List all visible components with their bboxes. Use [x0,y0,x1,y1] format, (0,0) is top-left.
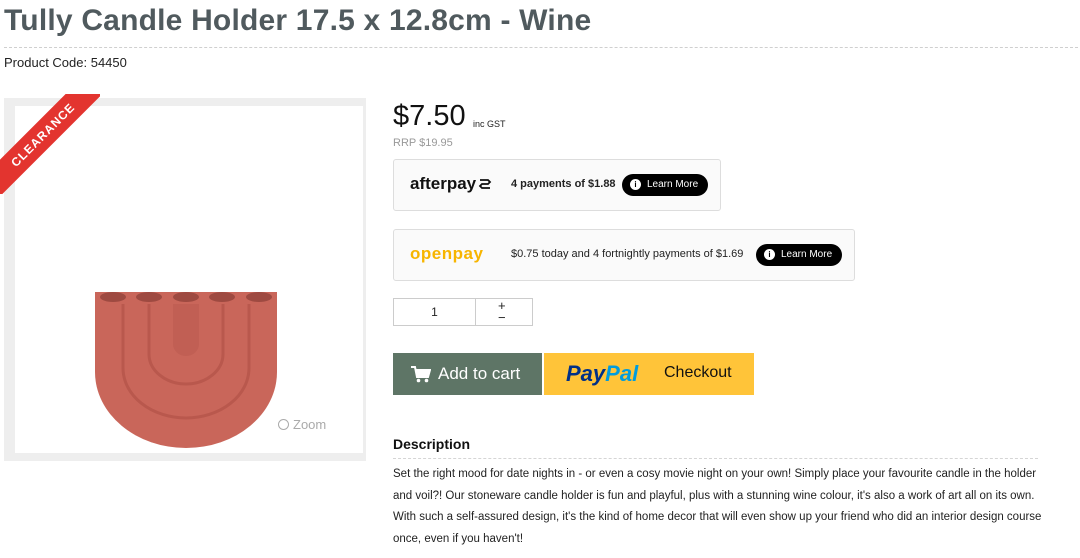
openpay-logo: openpay [410,244,484,263]
afterpay-arrows-icon [478,179,492,189]
product-code: Product Code: 54450 [4,55,127,70]
paypal-checkout-label: Checkout [664,364,732,381]
rrp-price: RRP $19.95 [393,137,453,149]
add-to-cart-label: Add to cart [438,364,521,383]
info-icon: i [764,249,775,260]
description-divider [393,458,1038,459]
zoom-icon [278,419,289,430]
openpay-learn-more-button[interactable]: i Learn More [756,244,843,266]
paypal-logo: PayPal [566,361,639,386]
afterpay-logo: afterpay [410,174,493,194]
openpay-widget: openpay $0.75 today and 4 fortnightly pa… [393,229,855,281]
add-to-cart-button[interactable]: Add to cart [393,353,542,395]
quantity-minus-button[interactable]: − [498,311,506,324]
paypal-checkout-button[interactable]: PayPal Checkout [544,353,754,395]
zoom-label: Zoom [293,417,327,432]
gst-note: inc GST [473,119,506,129]
info-icon: i [630,179,641,190]
quantity-input[interactable]: 1 [394,299,476,325]
product-price: $7.50 [393,100,466,132]
description-heading: Description [393,436,471,452]
openpay-text: $0.75 today and 4 fortnightly payments o… [511,248,744,260]
afterpay-text: 4 payments of $1.88 [511,178,616,190]
afterpay-learn-more-button[interactable]: i Learn More [622,174,709,196]
clearance-badge: CLEARANCE [0,94,100,194]
zoom-control[interactable]: Zoom [278,417,326,432]
afterpay-widget: afterpay 4 payments of $1.88 i Learn More [393,159,721,211]
cart-icon [411,366,431,383]
page-title: Tully Candle Holder 17.5 x 12.8cm - Wine [4,4,592,37]
description-body: Set the right mood for date nights in - … [393,468,1042,545]
title-divider [4,47,1078,48]
quantity-stepper[interactable]: 1 + − [393,298,533,326]
clearance-ribbon: CLEARANCE [0,94,100,194]
